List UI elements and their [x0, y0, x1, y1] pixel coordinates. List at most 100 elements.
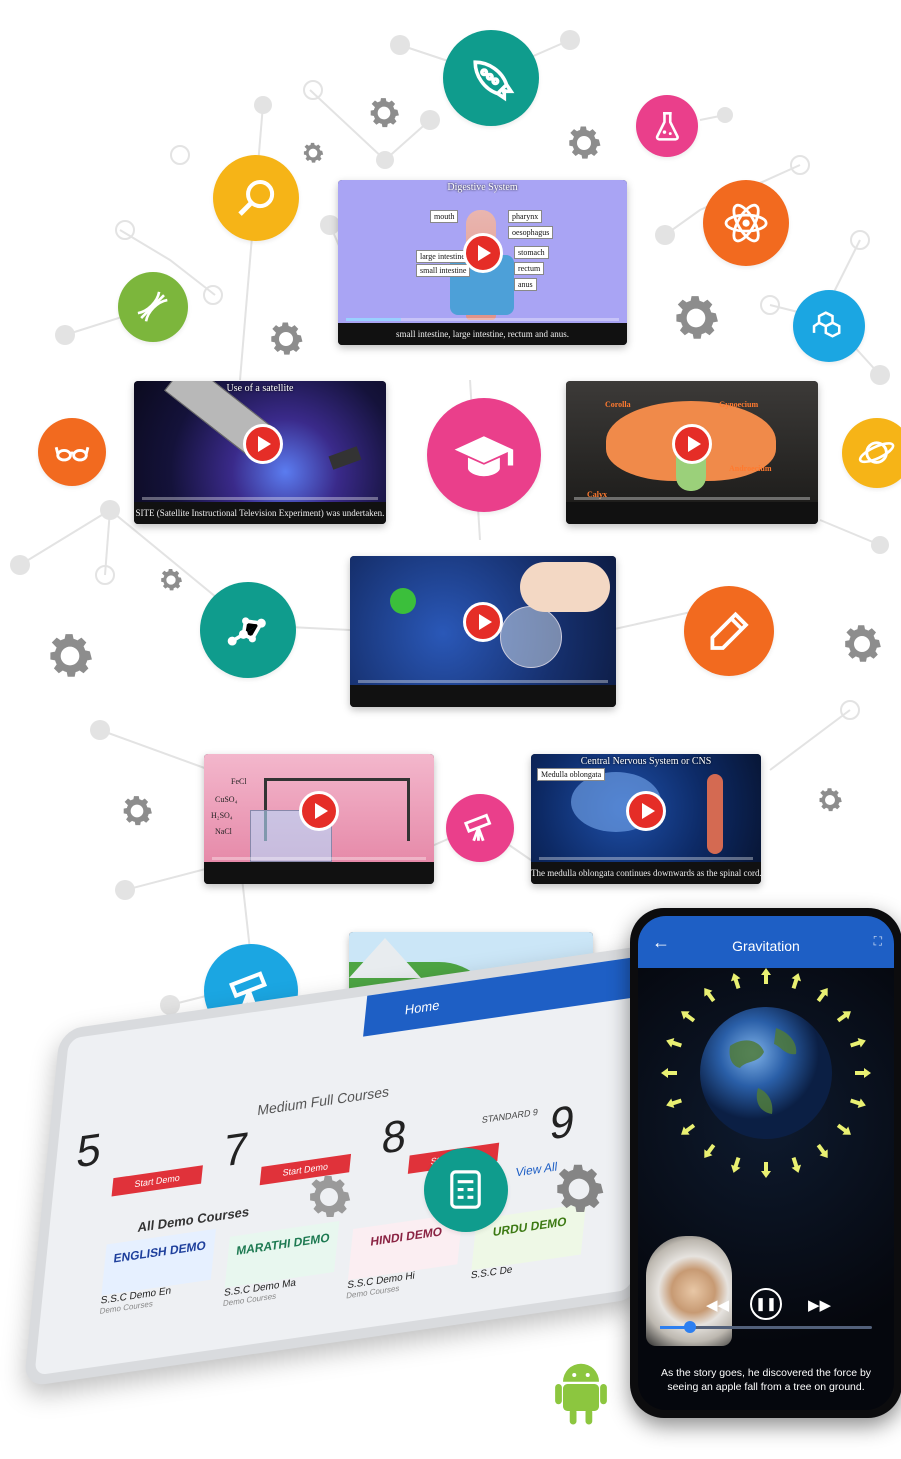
play-button[interactable] — [242, 423, 283, 464]
diagram-label: pharynx — [508, 210, 543, 223]
play-button[interactable] — [626, 791, 666, 832]
video-progress[interactable] — [358, 680, 608, 683]
gravity-arrow-icon — [855, 1068, 871, 1078]
gravity-arrow-icon — [791, 1157, 802, 1173]
gravity-arrow-icon — [816, 1143, 828, 1158]
diagram-label: NaCl — [215, 827, 232, 836]
video-thumbnail-chemistry[interactable] — [350, 556, 616, 707]
video-progress[interactable] — [346, 318, 619, 321]
course-number: 5 — [74, 1124, 104, 1178]
gravity-arrow-icon — [666, 1098, 682, 1109]
start-demo-button[interactable]: Start Demo — [111, 1165, 203, 1197]
pause-button[interactable]: ❚❚ — [750, 1288, 782, 1320]
app-bar: ← Gravitation ⛶ — [638, 916, 894, 968]
video-thumbnail-digestive[interactable]: Digestive System mouth pharynx oesophagu… — [338, 180, 627, 345]
diagram-label: Gynoecium — [719, 400, 759, 409]
gear-icon — [815, 785, 845, 815]
demo-card[interactable]: HINDI DEMO S.S.C Demo Hi Demo Courses — [345, 1213, 463, 1310]
video-caption — [566, 502, 818, 524]
video-caption: SITE (Satellite Instructional Television… — [134, 502, 386, 524]
video-progress[interactable] — [539, 857, 753, 860]
diagram-label: Corolla — [605, 400, 631, 409]
diagram-label: oesophagus — [508, 226, 554, 239]
molecule-icon — [200, 582, 296, 678]
molecule-hexagon-icon — [793, 290, 865, 362]
gravity-arrow-icon — [704, 1143, 716, 1158]
earth-visual — [638, 968, 894, 1410]
demo-card[interactable]: ENGLISH DEMO S.S.C Demo En Demo Courses — [98, 1228, 217, 1326]
play-button[interactable] — [462, 232, 503, 273]
magnifier-icon — [213, 155, 299, 241]
diagram-label: anus — [514, 278, 537, 291]
gear-icon — [838, 620, 886, 668]
video-caption — [350, 685, 616, 707]
section-title: All Demo Courses — [136, 1203, 250, 1236]
gravity-arrow-icon — [681, 1123, 696, 1135]
video-thumbnail-flower[interactable]: Corolla Gynoecium Androecium Calyx — [566, 381, 818, 524]
gravity-arrow-icon — [850, 1037, 866, 1048]
video-thumbnail-cns[interactable]: Central Nervous System or CNS Medulla ob… — [531, 754, 761, 884]
video-thumbnail-electrolysis[interactable]: FeCl CuSO₄ H₂SO₄ NaCl — [204, 754, 434, 884]
calculator-icon — [424, 1148, 508, 1232]
gravity-arrow-icon — [661, 1068, 677, 1078]
gravity-arrow-icon — [681, 1011, 696, 1023]
screen-title: Gravitation — [732, 938, 800, 954]
video-caption: small intestine, large intestine, rectum… — [338, 323, 627, 345]
telescope-icon — [446, 794, 514, 862]
demo-card[interactable]: MARATHI DEMO S.S.C Demo Ma Demo Courses — [222, 1220, 340, 1318]
section-title: Medium Full Courses — [256, 1082, 390, 1119]
rewind-icon[interactable]: ◀◀ — [706, 1296, 729, 1314]
gravity-arrow-icon — [816, 988, 828, 1003]
diagram-label: stomach — [514, 246, 549, 259]
android-icon — [554, 1358, 608, 1428]
atom-icon — [703, 180, 789, 266]
gear-icon — [365, 94, 403, 132]
video-progress[interactable] — [142, 497, 378, 500]
gravity-arrow-icon — [836, 1123, 851, 1135]
phone-screen: ← Gravitation ⛶ ◀◀ ❚❚ ▶▶ As the story go… — [638, 916, 894, 1410]
video-title: Central Nervous System or CNS — [580, 756, 712, 767]
video-title: Use of a satellite — [226, 383, 294, 394]
diagram-label: rectum — [514, 262, 545, 275]
gear-icon — [42, 628, 98, 684]
play-button[interactable] — [672, 423, 712, 464]
dna-icon — [118, 272, 188, 342]
fast-forward-icon[interactable]: ▶▶ — [808, 1296, 831, 1314]
diagram-label: H₂SO₄ — [211, 811, 233, 820]
video-caption: The medulla oblongata continues downward… — [531, 862, 761, 884]
gravity-arrow-icon — [836, 1011, 851, 1023]
gravity-arrow-icon — [704, 988, 716, 1003]
diagram-label: FeCl — [231, 777, 247, 786]
gravity-arrow-icon — [666, 1037, 682, 1048]
video-progress[interactable] — [574, 497, 810, 500]
glasses-icon — [38, 418, 106, 486]
play-button[interactable] — [299, 791, 339, 832]
graduation-cap-icon — [427, 398, 541, 512]
gear-icon — [668, 290, 724, 346]
promo-scene: Digestive System mouth pharynx oesophagu… — [0, 0, 901, 1452]
gravity-arrow-icon — [850, 1098, 866, 1109]
gear-icon — [300, 140, 326, 166]
seek-bar[interactable] — [660, 1321, 872, 1333]
gear-icon — [265, 318, 307, 360]
fullscreen-icon[interactable]: ⛶ — [874, 934, 882, 949]
course-number: 8 — [379, 1110, 409, 1164]
video-caption — [204, 862, 434, 884]
course-number: 9 — [547, 1096, 577, 1150]
diagram-label: Medulla oblongata — [537, 768, 606, 781]
video-thumbnail-satellite[interactable]: Use of a satellite SITE (Satellite Instr… — [134, 381, 386, 524]
flask-icon — [636, 95, 698, 157]
diagram-label: small intestine — [416, 264, 471, 277]
video-title: Digestive System — [447, 182, 518, 193]
gravity-arrow-icon — [730, 1157, 741, 1173]
diagram-label: CuSO₄ — [215, 795, 238, 804]
rocket-icon — [443, 30, 539, 126]
gravity-arrow-icon — [761, 1162, 771, 1178]
gear-icon — [563, 122, 605, 164]
pencil-icon — [684, 586, 774, 676]
video-progress[interactable] — [212, 857, 426, 860]
course-number: 7 — [221, 1123, 251, 1177]
gear-icon — [302, 1170, 356, 1224]
phone-device: ← Gravitation ⛶ ◀◀ ❚❚ ▶▶ As the story go… — [630, 908, 901, 1418]
diagram-label: mouth — [430, 210, 459, 223]
